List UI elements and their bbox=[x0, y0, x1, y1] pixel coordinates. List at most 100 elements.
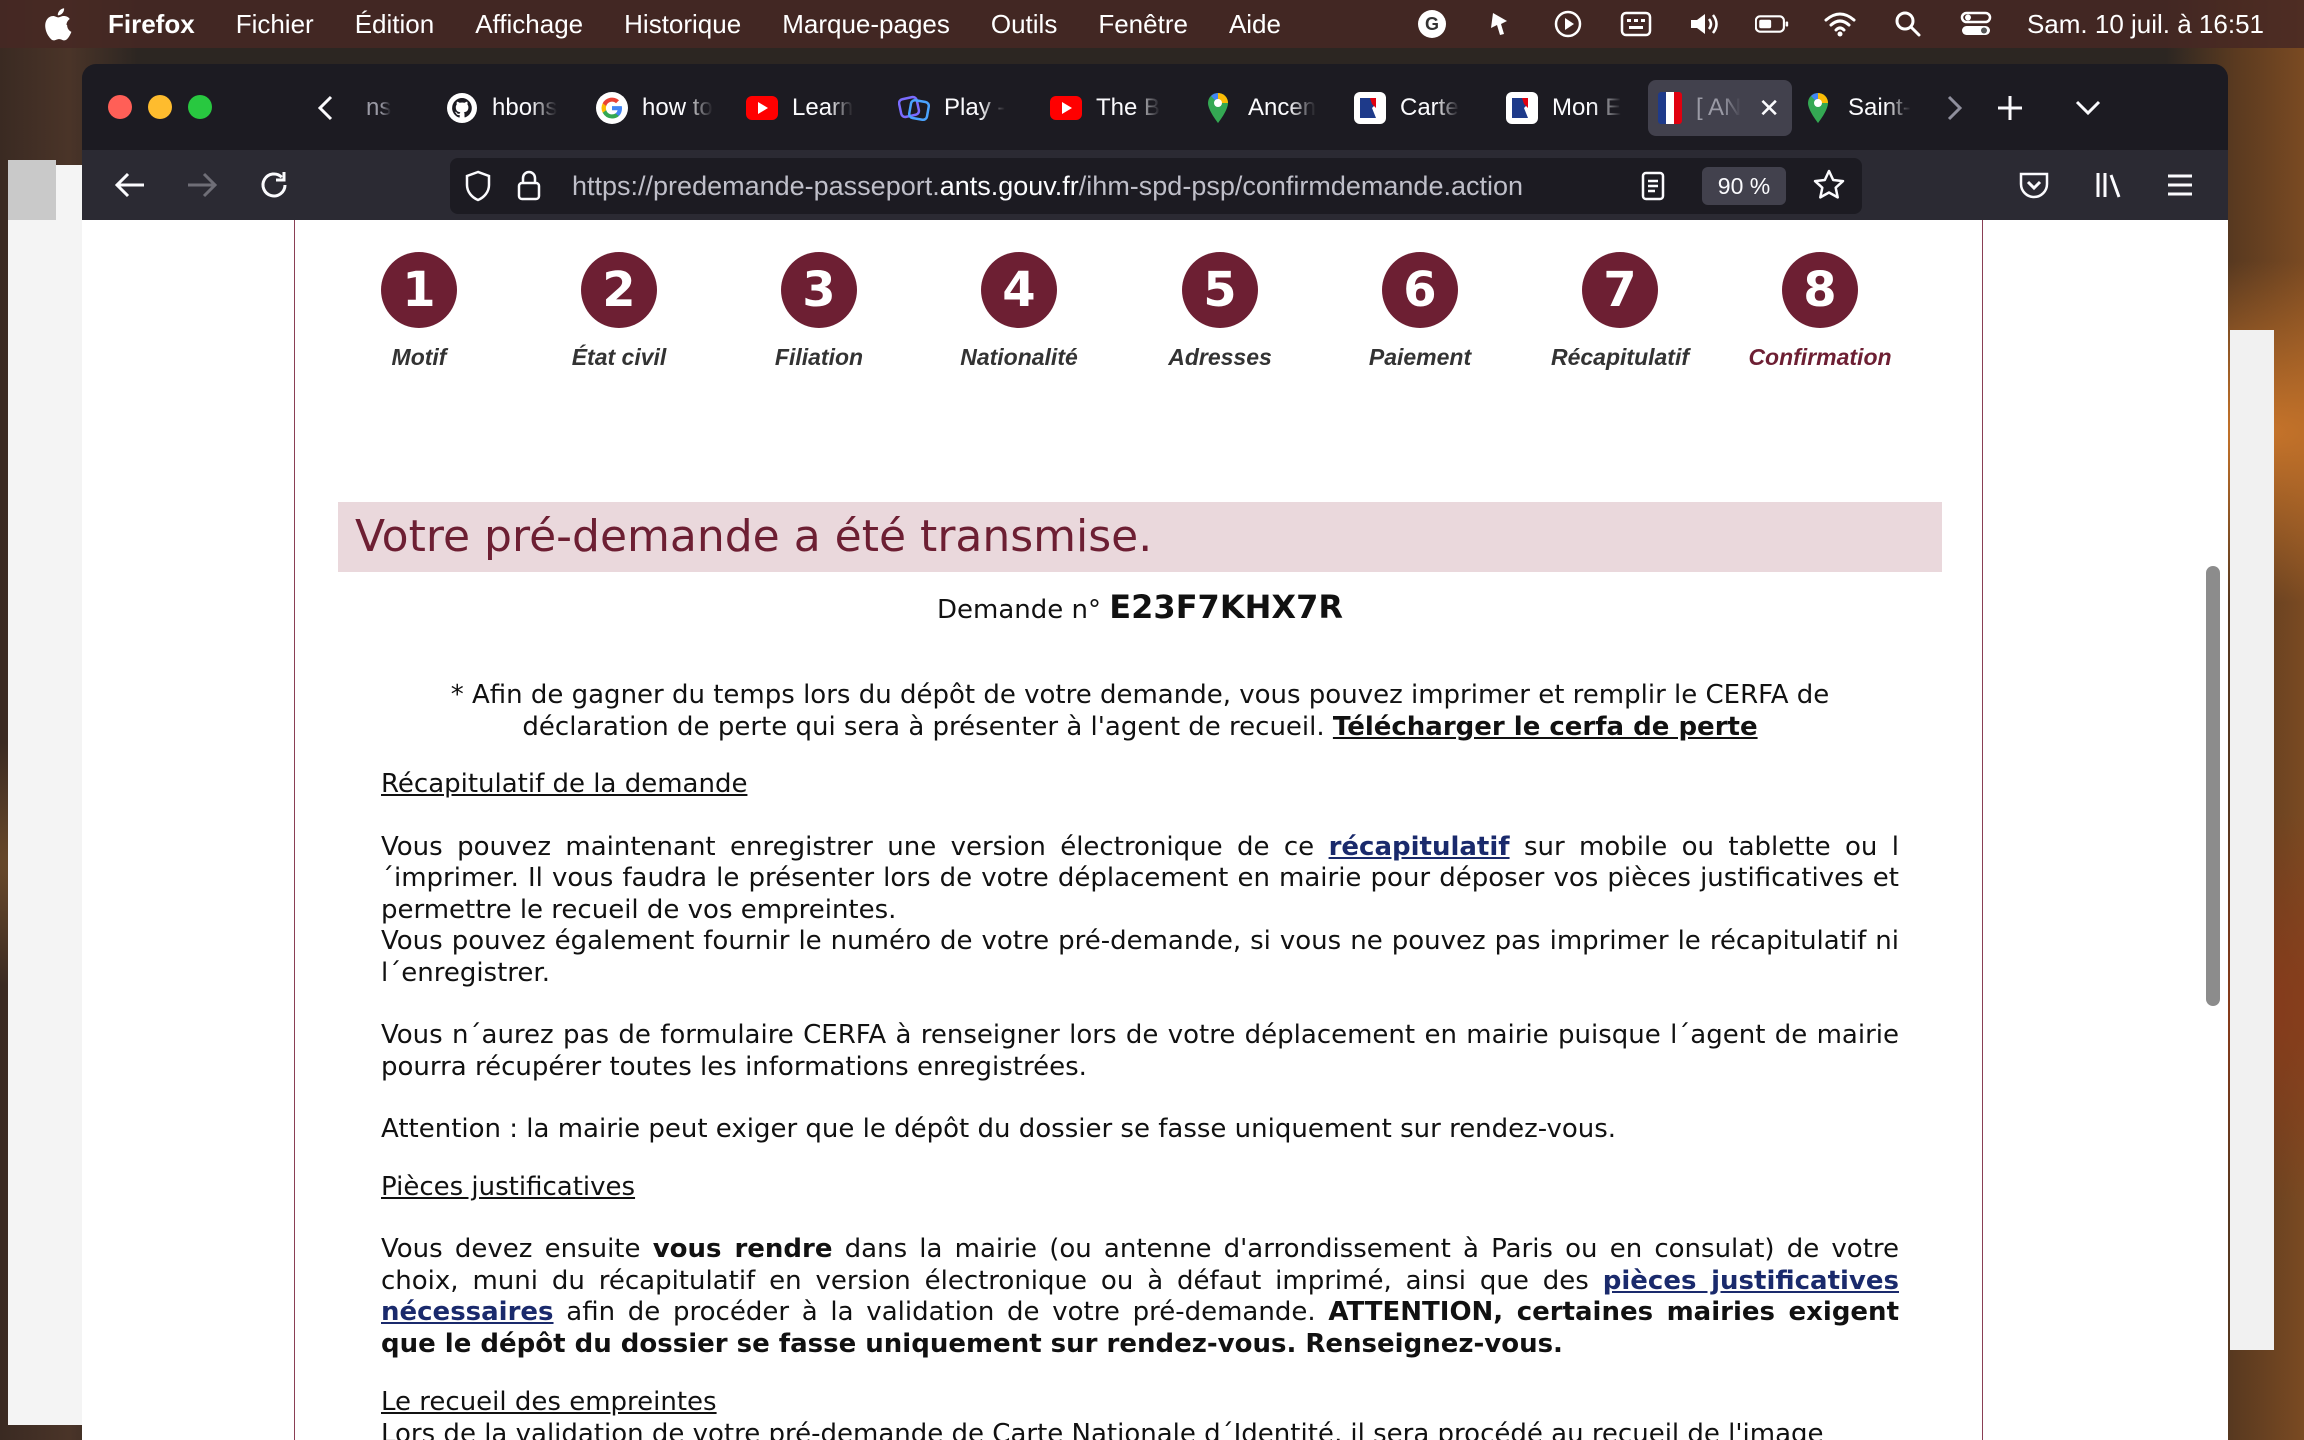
flag-icon bbox=[1658, 92, 1682, 124]
back-button[interactable] bbox=[108, 163, 152, 207]
pieces-bold-text: vous rendre bbox=[652, 1234, 833, 1264]
menu-fichier[interactable]: Fichier bbox=[236, 9, 314, 40]
tab[interactable]: The B bbox=[1040, 80, 1192, 136]
library-button[interactable] bbox=[2088, 163, 2132, 207]
pieces-text: Vous devez ensuite bbox=[381, 1234, 641, 1264]
tab-title: Mon E bbox=[1552, 94, 1622, 121]
menu-outils[interactable]: Outils bbox=[991, 9, 1057, 40]
step-adresses[interactable]: 5 Adresses bbox=[1120, 252, 1320, 371]
volume-icon[interactable] bbox=[1687, 7, 1721, 41]
menu-historique[interactable]: Historique bbox=[624, 9, 741, 40]
background-window bbox=[8, 165, 88, 1425]
tab-bar: ns hbons how to Learn Play - The B Ancen… bbox=[82, 64, 2228, 150]
macos-menu-bar: Firefox Fichier Édition Affichage Histor… bbox=[0, 0, 2304, 48]
apple-logo-icon[interactable] bbox=[42, 7, 72, 41]
close-tab-icon[interactable]: ✕ bbox=[1758, 93, 1780, 124]
step-etat-civil[interactable]: 2 État civil bbox=[519, 252, 719, 371]
cerfa-info-paragraph: Vous n´aurez pas de formulaire CERFA à r… bbox=[381, 1020, 1899, 1082]
pocket-button[interactable] bbox=[2012, 163, 2056, 207]
pieces-text: afin de procéder à la validation de votr… bbox=[566, 1297, 1316, 1327]
tab-title: Learn bbox=[792, 94, 854, 121]
page-container: 1 Motif 2 État civil 3 Filiation 4 Natio… bbox=[294, 220, 1983, 1440]
grammarly-icon[interactable]: G bbox=[1415, 7, 1449, 41]
tab-title: The B bbox=[1096, 94, 1161, 121]
tab[interactable]: Learn bbox=[736, 80, 888, 136]
tab[interactable]: Mon E bbox=[1496, 80, 1648, 136]
play-circle-icon[interactable] bbox=[1551, 7, 1585, 41]
window-close-button[interactable] bbox=[108, 95, 132, 119]
step-label: Motif bbox=[391, 344, 447, 370]
url-domain: ants.gouv.fr bbox=[939, 170, 1079, 201]
menu-fenetre[interactable]: Fenêtre bbox=[1098, 9, 1188, 40]
step-number: 2 bbox=[581, 252, 657, 328]
marianne-icon bbox=[1506, 92, 1538, 124]
confirmation-banner: Votre pré-demande a été transmise. bbox=[338, 502, 1942, 572]
step-motif[interactable]: 1 Motif bbox=[319, 252, 519, 371]
background-window bbox=[2230, 330, 2274, 1350]
download-cerfa-link[interactable]: Télécharger le cerfa de perte bbox=[1333, 712, 1758, 742]
tab[interactable]: Ancen bbox=[1192, 80, 1344, 136]
shield-icon[interactable] bbox=[464, 170, 492, 207]
tab[interactable]: Carte bbox=[1344, 80, 1496, 136]
tabs-scroll-left-button[interactable] bbox=[304, 86, 348, 130]
arrow-left-icon bbox=[114, 172, 144, 198]
tab[interactable]: Play - bbox=[888, 80, 1040, 136]
wifi-icon[interactable] bbox=[1823, 7, 1857, 41]
pin-icon[interactable] bbox=[1483, 7, 1517, 41]
chevron-down-icon bbox=[2075, 100, 2101, 116]
step-number: 4 bbox=[981, 252, 1057, 328]
url-bar[interactable]: https://predemande-passeport.ants.gouv.f… bbox=[450, 158, 1862, 214]
window-zoom-button[interactable] bbox=[188, 95, 212, 119]
step-paiement[interactable]: 6 Paiement bbox=[1320, 252, 1520, 371]
spotlight-search-icon[interactable] bbox=[1891, 7, 1925, 41]
window-minimize-button[interactable] bbox=[148, 95, 172, 119]
svg-text:G: G bbox=[1425, 14, 1439, 34]
vertical-scrollbar[interactable] bbox=[2206, 566, 2220, 1006]
step-recapitulatif[interactable]: 7 Récapitulatif bbox=[1520, 252, 1720, 371]
menubar-clock[interactable]: Sam. 10 juil. à 16:51 bbox=[2027, 9, 2264, 40]
reader-view-icon[interactable] bbox=[1640, 170, 1666, 207]
lock-icon[interactable] bbox=[516, 169, 542, 206]
step-nationalite[interactable]: 4 Nationalité bbox=[919, 252, 1119, 371]
reload-icon bbox=[261, 172, 287, 198]
chevron-left-icon bbox=[317, 95, 333, 121]
tab[interactable]: how to bbox=[586, 80, 736, 136]
menu-marque-pages[interactable]: Marque-pages bbox=[782, 9, 950, 40]
menu-aide[interactable]: Aide bbox=[1229, 9, 1281, 40]
step-number: 1 bbox=[381, 252, 457, 328]
tabs-scroll-right-button[interactable] bbox=[1932, 86, 1976, 130]
control-center-icon[interactable] bbox=[1959, 7, 1993, 41]
tab-strip: ns hbons how to Learn Play - The B Ancen… bbox=[356, 80, 1944, 136]
forward-button bbox=[180, 163, 224, 207]
library-icon bbox=[2096, 173, 2121, 198]
tab-title: Ancen bbox=[1248, 94, 1317, 121]
github-icon bbox=[446, 92, 478, 124]
tab[interactable]: ns bbox=[356, 80, 436, 136]
step-label: Récapitulatif bbox=[1550, 344, 1690, 370]
keyboard-input-icon[interactable] bbox=[1619, 7, 1653, 41]
zoom-level-button[interactable]: 90 % bbox=[1702, 167, 1786, 205]
tab-title: [ AN bbox=[1696, 94, 1742, 121]
reload-button[interactable] bbox=[252, 163, 296, 207]
step-confirmation: 8 Confirmation bbox=[1720, 252, 1920, 371]
recapitulatif-link[interactable]: récapitulatif bbox=[1329, 832, 1510, 862]
menu-firefox[interactable]: Firefox bbox=[108, 9, 195, 40]
tab[interactable]: hbons bbox=[436, 80, 586, 136]
new-tab-button[interactable] bbox=[1988, 86, 2032, 130]
app-menu-button[interactable] bbox=[2158, 163, 2202, 207]
pieces-paragraph: Vous devez ensuite vous rendre dans la m… bbox=[381, 1234, 1899, 1360]
recap-paragraph: Vous pouvez maintenant enregistrer une v… bbox=[381, 832, 1899, 927]
menu-edition[interactable]: Édition bbox=[355, 9, 435, 40]
menu-affichage[interactable]: Affichage bbox=[475, 9, 583, 40]
url-text[interactable]: https://predemande-passeport.ants.gouv.f… bbox=[572, 171, 1523, 202]
tab-active[interactable]: [ AN ✕ bbox=[1648, 80, 1792, 136]
battery-icon[interactable] bbox=[1754, 7, 1789, 41]
url-prefix: https://predemande-passeport. bbox=[572, 170, 940, 201]
list-all-tabs-button[interactable] bbox=[2066, 86, 2110, 130]
marianne-icon bbox=[1354, 92, 1386, 124]
url-suffix: /ihm-spd-psp/confirmdemande.action bbox=[1078, 170, 1524, 201]
step-filiation[interactable]: 3 Filiation bbox=[719, 252, 919, 371]
tab[interactable]: Saint- bbox=[1792, 80, 1944, 136]
bookmark-star-icon[interactable] bbox=[1812, 168, 1846, 207]
step-number: 3 bbox=[781, 252, 857, 328]
